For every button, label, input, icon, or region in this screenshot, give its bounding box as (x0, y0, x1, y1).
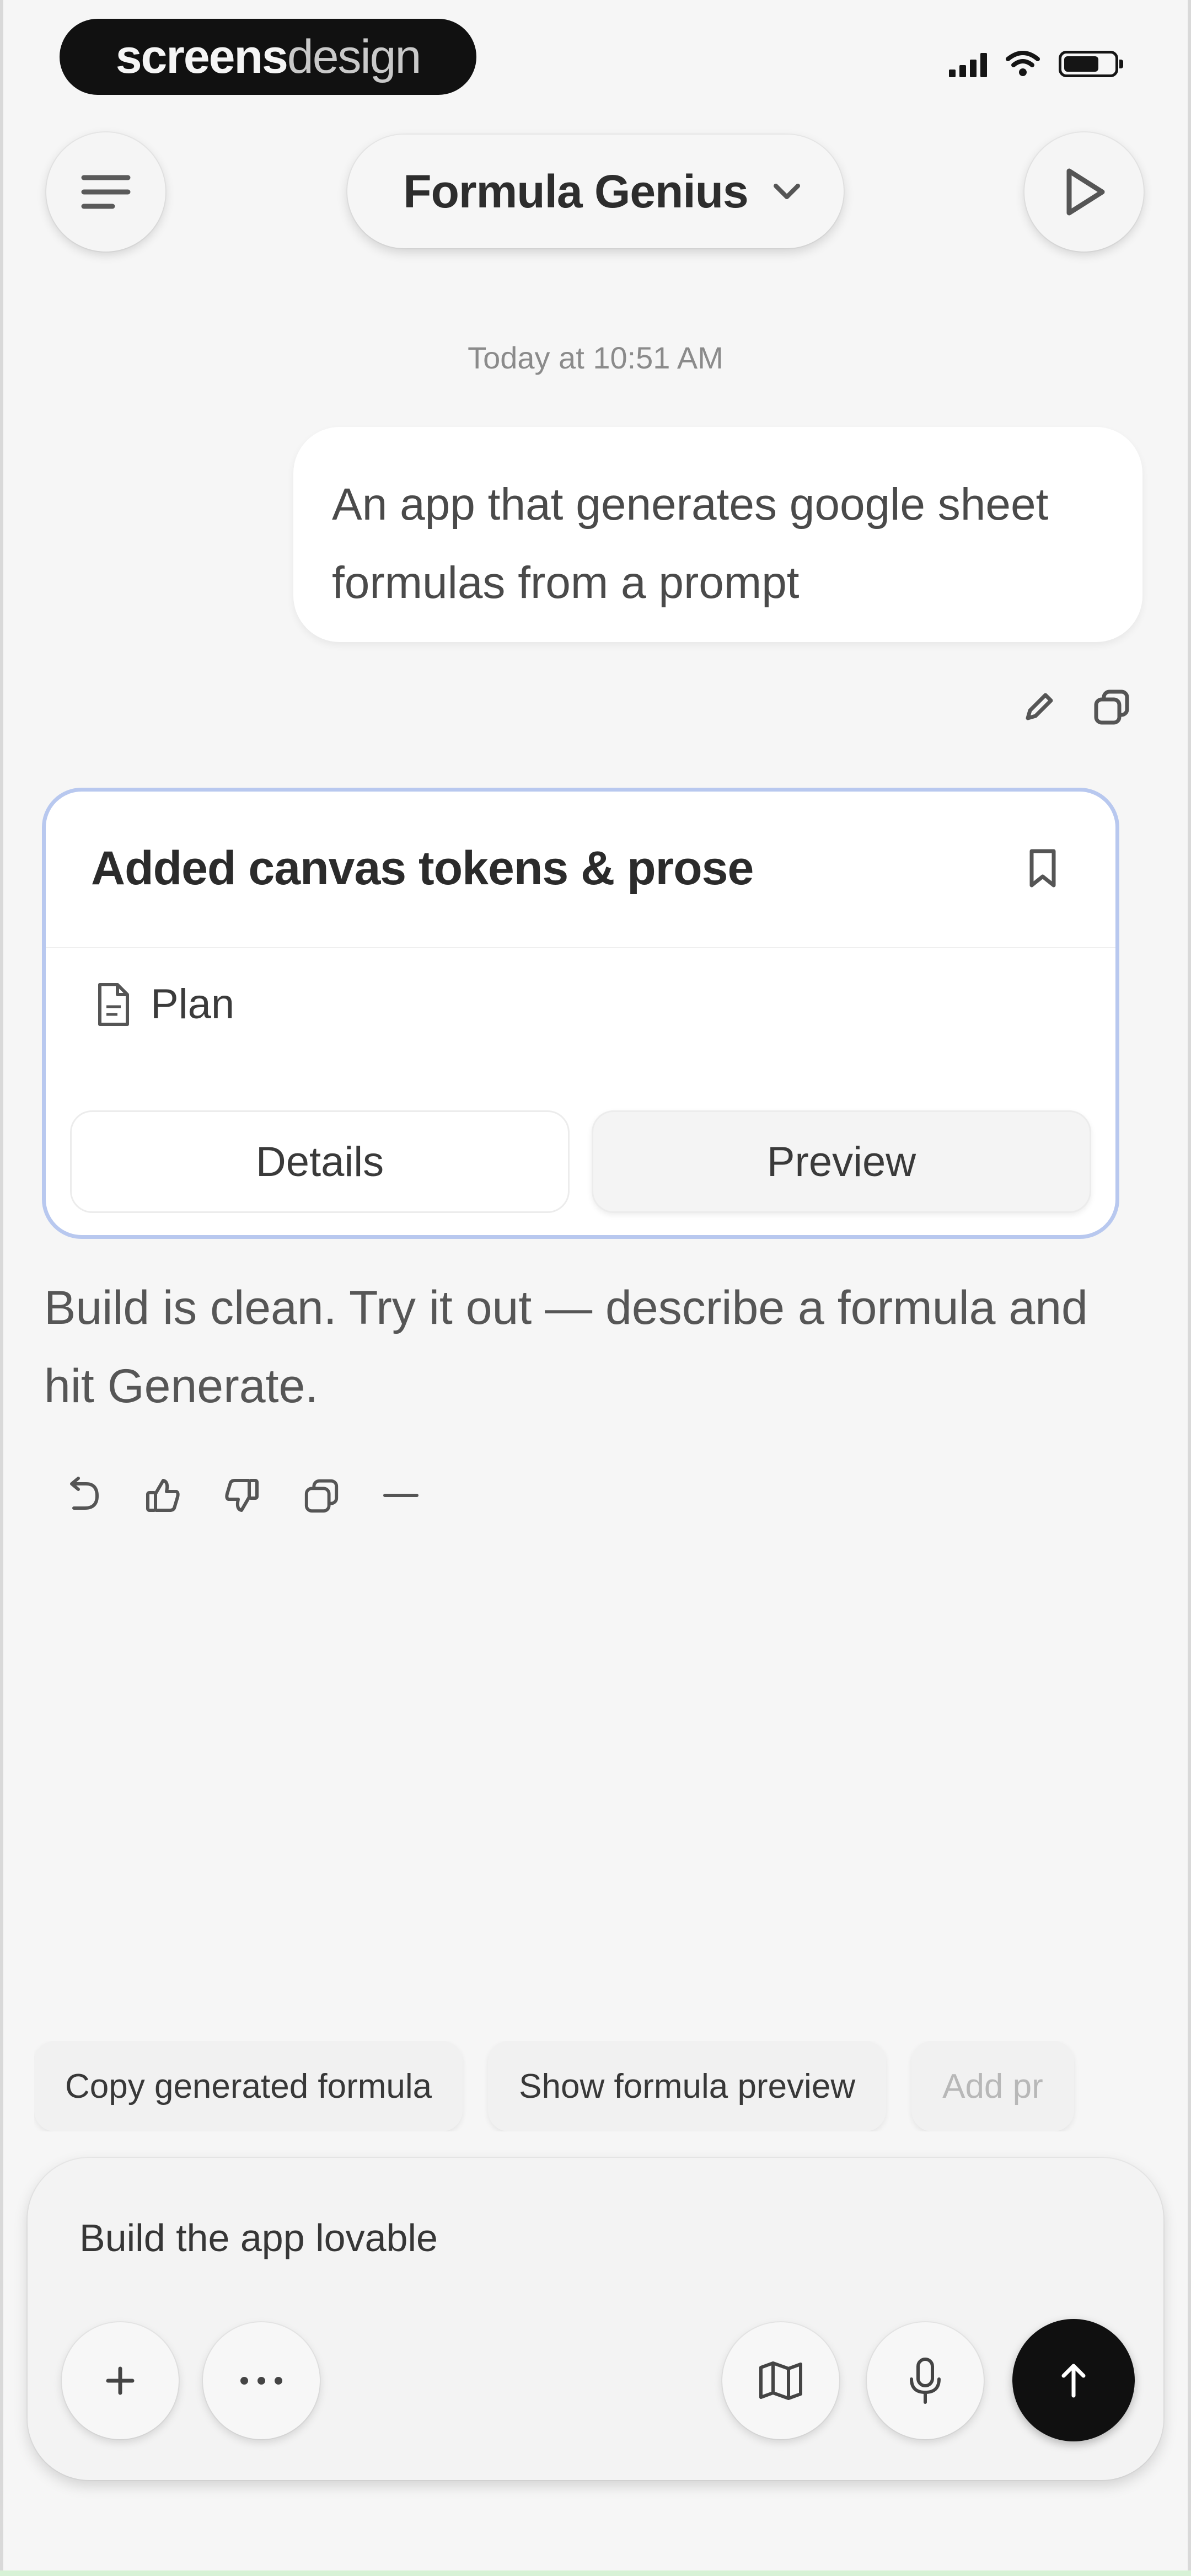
artifact-card-header: Added canvas tokens & prose (46, 792, 1115, 948)
artifact-card-buttons: Details Preview (70, 1110, 1091, 1213)
undo-icon (70, 1477, 99, 1510)
map-icon (759, 2361, 802, 2400)
more-options-button[interactable] (203, 2322, 320, 2439)
copy-response-button[interactable] (302, 1476, 341, 1515)
wifi-icon (1006, 51, 1040, 76)
arrow-up-icon (1061, 2364, 1086, 2398)
thumbs-down-button[interactable] (223, 1476, 261, 1515)
suggestion-chip[interactable]: Add pr (911, 2041, 1074, 2131)
suggestion-chip[interactable]: Show formula preview (488, 2041, 887, 2131)
plan-item[interactable]: Plan (95, 980, 234, 1028)
plus-icon (106, 2366, 135, 2395)
thumbs-up-icon (146, 1479, 180, 1512)
suggestion-chips: Copy generated formula Show formula prev… (34, 2041, 1191, 2131)
play-button[interactable] (1024, 132, 1144, 252)
document-icon (98, 982, 129, 1026)
project-switcher[interactable]: Formula Genius (347, 135, 844, 248)
plan-mode-button[interactable] (722, 2322, 839, 2439)
status-icons (949, 46, 1123, 82)
more-actions-button[interactable] (382, 1487, 420, 1504)
copy-icon (304, 1479, 339, 1513)
brand-light: design (287, 30, 421, 83)
user-message-text: An app that generates google sheet formu… (332, 479, 1049, 608)
composer-input[interactable] (78, 2215, 1073, 2260)
screen-edge-left (0, 0, 3, 2576)
battery-icon (1059, 51, 1123, 77)
artifact-card: Added canvas tokens & prose Plan Details… (42, 788, 1119, 1239)
copy-message-button[interactable] (1092, 687, 1131, 726)
message-composer (28, 2158, 1163, 2480)
project-title: Formula Genius (403, 165, 748, 217)
edit-icon (1026, 693, 1053, 720)
assistant-message-actions (62, 1476, 420, 1515)
bottom-accent-strip (0, 2570, 1191, 2576)
user-message-bubble: An app that generates google sheet formu… (293, 427, 1142, 642)
copy-icon (1094, 690, 1129, 725)
bookmark-button[interactable] (1025, 847, 1060, 894)
cellular-signal-icon (949, 51, 987, 77)
chevron-down-icon (773, 184, 800, 199)
microphone-icon (910, 2358, 941, 2404)
message-timestamp: Today at 10:51 AM (468, 340, 723, 375)
artifact-card-title: Added canvas tokens & prose (91, 842, 754, 895)
edit-message-button[interactable] (1020, 687, 1059, 726)
more-icon (383, 1494, 419, 1497)
preview-button[interactable]: Preview (592, 1110, 1091, 1213)
details-button[interactable]: Details (70, 1110, 570, 1213)
play-icon (1066, 168, 1105, 216)
add-attachment-button[interactable] (62, 2322, 179, 2439)
thumbs-up-button[interactable] (143, 1476, 182, 1515)
thumbs-down-icon (225, 1479, 259, 1512)
bookmark-icon (1029, 849, 1056, 888)
list-icon (81, 175, 131, 209)
brand-bold: screens (115, 30, 288, 83)
assistant-message-text: Build is clean. Try it out — describe a … (44, 1281, 1088, 1413)
screen-edge-right (1188, 0, 1191, 2576)
retry-button[interactable] (62, 1476, 103, 1515)
more-horizontal-icon (240, 2377, 282, 2385)
voice-input-button[interactable] (867, 2322, 984, 2439)
plan-item-label: Plan (151, 981, 235, 1028)
suggestion-chip[interactable]: Copy generated formula (34, 2041, 463, 2131)
send-button[interactable] (1012, 2319, 1135, 2441)
user-message-actions (1020, 687, 1131, 726)
menu-button[interactable] (46, 132, 165, 252)
brand-watermark: screensdesign (60, 19, 476, 95)
